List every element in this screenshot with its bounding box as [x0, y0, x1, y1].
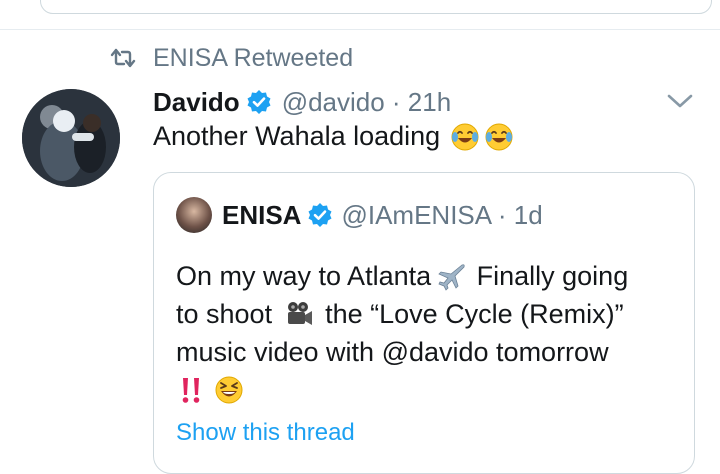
- avatar[interactable]: [22, 89, 120, 187]
- airplane-icon: [438, 264, 465, 291]
- author-handle-time[interactable]: @davido · 21h: [282, 87, 452, 118]
- retweet-context[interactable]: ENISA Retweeted: [110, 43, 353, 73]
- quoted-text-line: On my way to Atlanta Finally going: [176, 257, 686, 295]
- quoted-tweet-text: On my way to Atlanta Finally going to sh…: [176, 257, 686, 409]
- face-with-tears-of-joy-icon: [451, 123, 479, 150]
- quoted-handle-time: @IAmENISA · 1d: [341, 199, 543, 230]
- retweet-label: ENISA Retweeted: [153, 43, 354, 72]
- face-with-tears-of-joy-icon: [485, 123, 513, 150]
- quoted-text-segment: music video with @davido tomorrow: [176, 337, 609, 367]
- avatar-photo: [22, 89, 120, 187]
- quoted-text-line: to shoot the “Love Cycle (Remix)”: [176, 295, 686, 333]
- quoted-text-line: music video with @davido tomorrow: [176, 333, 686, 371]
- author-name[interactable]: Davido: [153, 87, 240, 118]
- tweet-text: Another Wahala loading: [153, 121, 514, 152]
- divider: [0, 29, 720, 30]
- verified-badge-icon: [308, 203, 332, 227]
- quoted-author-name: ENISA: [222, 199, 302, 230]
- show-thread-link[interactable]: Show this thread: [176, 419, 355, 447]
- tweet-header: Davido @davido · 21h: [153, 84, 451, 120]
- tweet-text-content: Another Wahala loading: [153, 121, 441, 151]
- quoted-text-segment: On my way to Atlanta: [176, 261, 432, 291]
- quoted-text-segment: the “Love Cycle (Remix)”: [317, 299, 624, 329]
- quoted-text-segment: to shoot: [176, 299, 280, 329]
- retweet-icon: [110, 48, 136, 68]
- previous-tweet-card-edge: [40, 0, 712, 14]
- quoted-tweet-card[interactable]: ENISA @IAmENISA · 1d On my way to Atlant…: [153, 172, 695, 474]
- double-exclamation-icon: [182, 378, 200, 403]
- chevron-down-icon[interactable]: [664, 88, 696, 114]
- grinning-squinting-face-icon: [215, 376, 243, 404]
- quoted-avatar: [176, 197, 212, 233]
- quoted-emoji-line: [176, 371, 686, 409]
- verified-badge-icon: [247, 90, 271, 114]
- quoted-tweet-header: ENISA @IAmENISA · 1d: [176, 197, 543, 233]
- movie-camera-icon: [287, 302, 312, 325]
- quoted-text-segment: Finally going: [469, 261, 629, 291]
